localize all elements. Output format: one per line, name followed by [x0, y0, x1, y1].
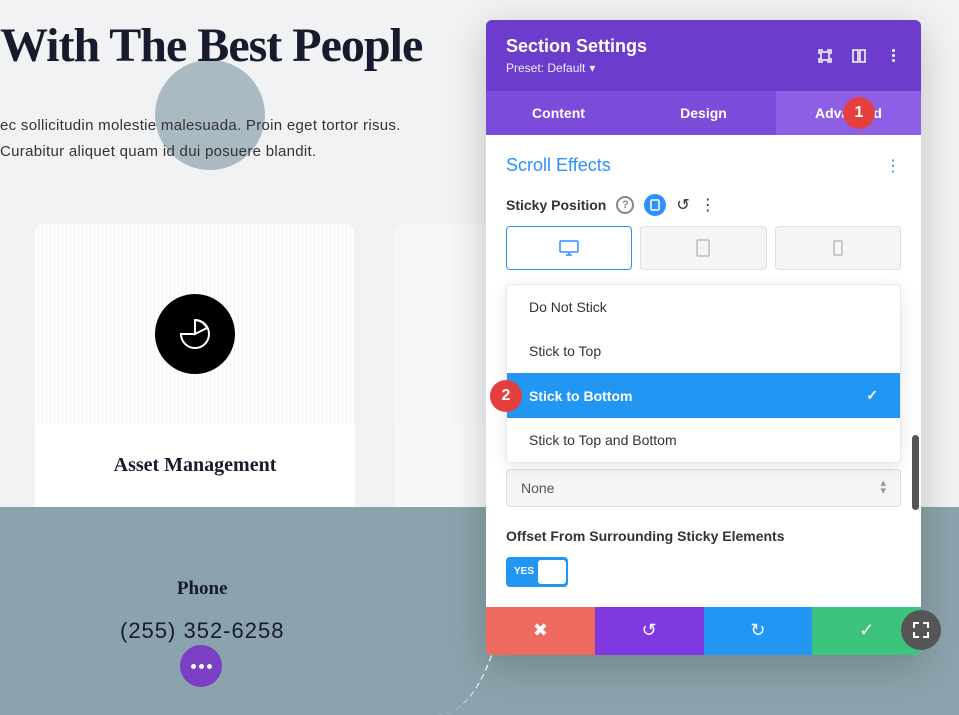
contact-block: Phone (255) 352-6258 — [120, 578, 284, 644]
panel-body: Scroll Effects ⋮ Sticky Position ? ↺ ⋮ D… — [486, 135, 921, 607]
cancel-button[interactable]: ✖ — [486, 607, 595, 655]
phone-icon — [833, 240, 843, 256]
pie-chart-icon — [155, 294, 235, 374]
modal-footer: ✖ ↺ ↻ ✓ — [486, 607, 921, 655]
page-body-text: ec sollicitudin molestie malesuada. Proi… — [0, 113, 959, 164]
option-stick-to-top[interactable]: Stick to Top — [507, 329, 900, 373]
redo-button[interactable]: ↻ — [704, 607, 813, 655]
toggle-label: YES — [508, 566, 534, 577]
annotation-badge-2: 2 — [490, 380, 522, 412]
close-icon: ✖ — [533, 620, 548, 641]
device-tab-desktop[interactable] — [506, 226, 632, 270]
contact-value: (255) 352-6258 — [120, 618, 284, 644]
offset-toggle[interactable]: YES — [506, 557, 568, 587]
check-icon: ✓ — [859, 620, 874, 641]
offset-label: Offset From Surrounding Sticky Elements — [506, 527, 901, 547]
desktop-icon — [559, 240, 579, 256]
expand-fab[interactable] — [901, 610, 941, 650]
responsive-icon[interactable] — [644, 194, 666, 216]
check-icon: ✓ — [866, 387, 878, 404]
undo-icon: ↺ — [642, 620, 657, 641]
field-label: Sticky Position — [506, 197, 606, 213]
card-title: Asset Management — [114, 454, 277, 477]
help-icon[interactable]: ? — [616, 196, 634, 214]
contact-label: Phone — [120, 578, 284, 600]
option-stick-to-bottom[interactable]: 2 Stick to Bottom ✓ — [507, 373, 900, 418]
device-tab-phone[interactable] — [775, 226, 901, 270]
select-none[interactable]: None ▴▾ — [506, 469, 901, 507]
option-do-not-stick[interactable]: Do Not Stick — [507, 285, 900, 329]
toggle-knob — [538, 560, 566, 584]
expand-arrows-icon — [912, 621, 930, 639]
option-stick-top-bottom[interactable]: Stick to Top and Bottom — [507, 418, 900, 462]
tablet-icon — [696, 239, 710, 257]
undo-button[interactable]: ↺ — [595, 607, 704, 655]
more-options-button[interactable] — [180, 645, 222, 687]
device-tab-tablet[interactable] — [640, 226, 766, 270]
updown-icon: ▴▾ — [880, 480, 886, 495]
scrollbar[interactable] — [912, 435, 919, 510]
reset-icon[interactable]: ↺ — [676, 195, 689, 215]
redo-icon: ↻ — [750, 620, 765, 641]
card-asset-management[interactable]: Asset Management — [35, 224, 355, 524]
sticky-position-dropdown: Do Not Stick Stick to Top 2 Stick to Bot… — [506, 284, 901, 463]
page-title: With The Best People — [0, 0, 959, 73]
field-kebab-icon[interactable]: ⋮ — [700, 195, 716, 215]
device-tabs — [506, 226, 901, 270]
